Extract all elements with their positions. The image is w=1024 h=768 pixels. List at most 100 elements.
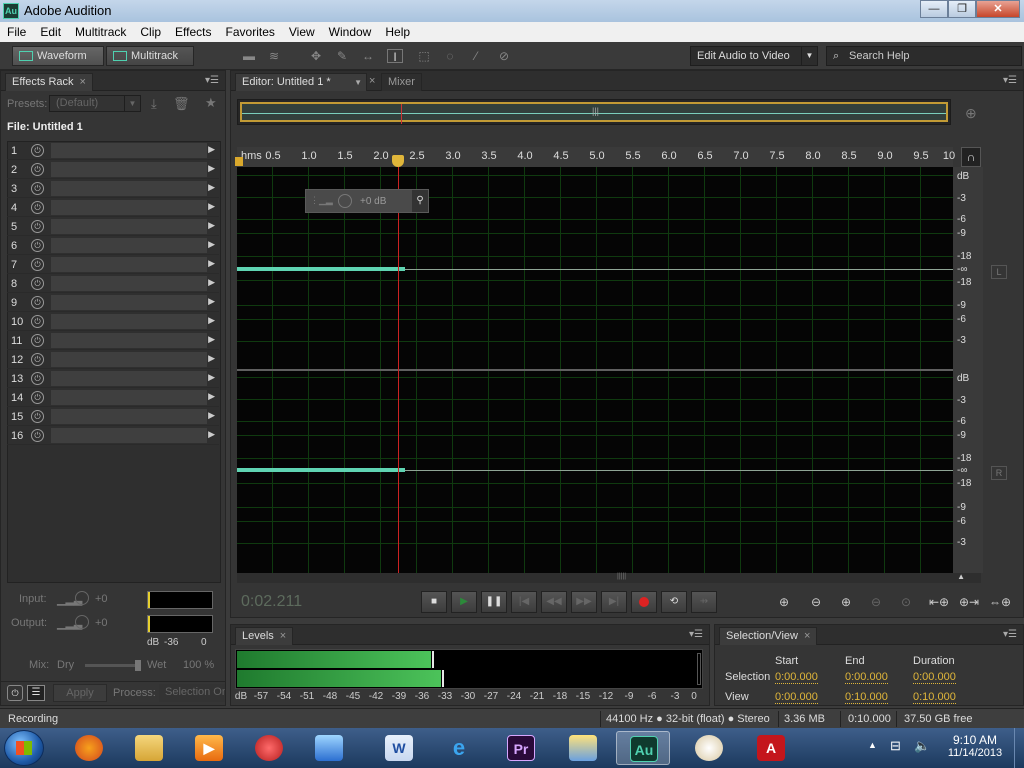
previous-button[interactable]: |◀ bbox=[511, 591, 537, 613]
zoom-in-amplitude-icon[interactable]: ⊕ bbox=[779, 595, 789, 609]
close-button[interactable]: ✕ bbox=[976, 0, 1020, 18]
volume-icon[interactable]: 🔈 bbox=[914, 738, 930, 754]
taskbar-app-4[interactable] bbox=[242, 731, 296, 765]
tab-levels[interactable]: Levels × bbox=[235, 627, 294, 645]
rack-slot-field[interactable] bbox=[51, 143, 207, 158]
rack-slot-field[interactable] bbox=[51, 352, 207, 367]
rack-slot[interactable]: 7 ⏻ ▶ bbox=[7, 256, 219, 274]
menu-window[interactable]: Window bbox=[322, 25, 379, 39]
time-ruler[interactable]: hms 0.5 1.0 1.5 2.0 2.5 3.0 3.5 4.0 4.5 … bbox=[235, 147, 955, 167]
skip-selection-button[interactable]: ⇸ bbox=[691, 591, 717, 613]
spectral-frequency-icon[interactable]: ▬ bbox=[241, 49, 257, 63]
rack-slot[interactable]: 4 ⏻ ▶ bbox=[7, 199, 219, 217]
power-icon[interactable]: ⏻ bbox=[31, 372, 44, 385]
taskbar-audition[interactable]: Au bbox=[616, 731, 670, 765]
close-icon[interactable]: × bbox=[80, 76, 86, 88]
network-icon[interactable]: ⊟ bbox=[890, 738, 901, 754]
close-icon[interactable]: × bbox=[804, 630, 810, 642]
chevron-right-icon[interactable]: ▶ bbox=[208, 410, 215, 421]
move-tool-icon[interactable]: ✥ bbox=[308, 49, 324, 63]
view-start-value[interactable]: 0:00.000 bbox=[775, 691, 818, 704]
chevron-right-icon[interactable]: ▶ bbox=[208, 144, 215, 155]
zoom-in-right-icon[interactable]: ⊕⇥ bbox=[959, 595, 979, 609]
chevron-right-icon[interactable]: ▶ bbox=[208, 258, 215, 269]
selection-end-value[interactable]: 0:00.000 bbox=[845, 671, 888, 684]
rack-slot[interactable]: 5 ⏻ ▶ bbox=[7, 218, 219, 236]
chevron-right-icon[interactable]: ▶ bbox=[208, 239, 215, 250]
left-channel-toggle[interactable]: L bbox=[991, 265, 1007, 279]
zoom-navigator-icon[interactable]: ⊕ bbox=[965, 105, 977, 122]
marquee-tool-icon[interactable]: ⬚ bbox=[416, 49, 432, 63]
chevron-down-icon[interactable]: ▼ bbox=[354, 74, 362, 91]
rack-slot-field[interactable] bbox=[51, 390, 207, 405]
chevron-right-icon[interactable]: ▶ bbox=[208, 182, 215, 193]
taskbar-premiere[interactable]: Pr bbox=[494, 731, 548, 765]
menu-view[interactable]: View bbox=[282, 25, 322, 39]
search-help-field[interactable]: ⌕ Search Help bbox=[826, 46, 1022, 66]
show-desktop-button[interactable] bbox=[1014, 728, 1024, 768]
rack-slot-field[interactable] bbox=[51, 409, 207, 424]
favorite-star-icon[interactable]: ★ bbox=[205, 95, 217, 111]
rack-slot[interactable]: 14 ⏻ ▶ bbox=[7, 389, 219, 407]
power-icon[interactable]: ⏻ bbox=[31, 315, 44, 328]
close-icon[interactable]: × bbox=[369, 75, 375, 87]
slip-tool-icon[interactable]: ↔ bbox=[360, 49, 376, 63]
input-gain-knob[interactable] bbox=[75, 591, 89, 605]
playhead-line[interactable] bbox=[398, 167, 399, 573]
chevron-right-icon[interactable]: ▶ bbox=[208, 201, 215, 212]
chevron-right-icon[interactable]: ▶ bbox=[208, 372, 215, 383]
power-icon[interactable]: ⏻ bbox=[31, 429, 44, 442]
rack-slot-field[interactable] bbox=[51, 371, 207, 386]
menu-multitrack[interactable]: Multitrack bbox=[68, 25, 133, 39]
tab-mixer[interactable]: Mixer bbox=[381, 73, 422, 91]
rack-slot[interactable]: 1 ⏻ ▶ bbox=[7, 142, 219, 160]
rack-slot-field[interactable] bbox=[51, 200, 207, 215]
menu-effects[interactable]: Effects bbox=[168, 25, 218, 39]
menu-file[interactable]: File bbox=[0, 25, 33, 39]
rack-slot-field[interactable] bbox=[51, 238, 207, 253]
next-button[interactable]: ▶| bbox=[601, 591, 627, 613]
power-icon[interactable]: ⏻ bbox=[31, 220, 44, 233]
show-hidden-icons[interactable]: ▲ bbox=[868, 740, 877, 750]
power-icon[interactable]: ⏻ bbox=[31, 144, 44, 157]
zoom-in-left-icon[interactable]: ⇤⊕ bbox=[929, 595, 949, 609]
maximize-button[interactable]: ❐ bbox=[948, 0, 976, 18]
rewind-button[interactable]: ◀◀ bbox=[541, 591, 567, 613]
zoom-navigator[interactable]: ||| bbox=[237, 99, 951, 125]
panel-menu-icon[interactable]: ▾☰ bbox=[205, 75, 219, 86]
rack-slot[interactable]: 3 ⏻ ▶ bbox=[7, 180, 219, 198]
loop-button[interactable]: ⟲ bbox=[661, 591, 687, 613]
power-icon[interactable]: ⏻ bbox=[31, 182, 44, 195]
tray-clock[interactable]: 9:10 AM 11/14/2013 bbox=[940, 733, 1010, 759]
process-dropdown[interactable]: Selection On bbox=[159, 684, 225, 702]
scroll-grip-icon[interactable]: ||||| bbox=[617, 573, 626, 580]
play-button[interactable]: ▶ bbox=[451, 591, 477, 613]
zoom-in-time-icon[interactable]: ⊕ bbox=[841, 595, 851, 609]
power-icon[interactable]: ⏻ bbox=[31, 258, 44, 271]
chevron-right-icon[interactable]: ▶ bbox=[208, 353, 215, 364]
taskbar-ie[interactable]: e bbox=[432, 731, 486, 765]
waveform-view-button[interactable]: Waveform bbox=[12, 46, 104, 66]
navigator-grip-icon[interactable]: ||| bbox=[592, 106, 599, 116]
pause-button[interactable]: ❚❚ bbox=[481, 591, 507, 613]
mix-slider-handle[interactable] bbox=[135, 660, 141, 671]
menu-edit[interactable]: Edit bbox=[33, 25, 68, 39]
rack-slot[interactable]: 11 ⏻ ▶ bbox=[7, 332, 219, 350]
rack-slot-field[interactable] bbox=[51, 276, 207, 291]
selection-duration-value[interactable]: 0:00.000 bbox=[913, 671, 956, 684]
gain-knob[interactable] bbox=[338, 194, 352, 208]
zoom-selection-icon[interactable]: ⇔⊕ bbox=[989, 595, 1011, 609]
zoom-out-amplitude-icon[interactable]: ⊖ bbox=[811, 595, 821, 609]
save-preset-icon[interactable]: ⤓ bbox=[151, 96, 157, 112]
tab-selection-view[interactable]: Selection/View × bbox=[719, 627, 818, 645]
rack-slot[interactable]: 2 ⏻ ▶ bbox=[7, 161, 219, 179]
selection-start-value[interactable]: 0:00.000 bbox=[775, 671, 818, 684]
rack-slot-field[interactable] bbox=[51, 181, 207, 196]
start-marker-icon[interactable] bbox=[235, 157, 243, 166]
chevron-right-icon[interactable]: ▶ bbox=[208, 220, 215, 231]
rack-slot[interactable]: 13 ⏻ ▶ bbox=[7, 370, 219, 388]
rack-slot-field[interactable] bbox=[51, 257, 207, 272]
close-icon[interactable]: × bbox=[280, 630, 286, 642]
taskbar-media-player[interactable]: ▶ bbox=[182, 731, 236, 765]
tab-editor[interactable]: Editor: Untitled 1 * ▼ bbox=[235, 73, 367, 91]
